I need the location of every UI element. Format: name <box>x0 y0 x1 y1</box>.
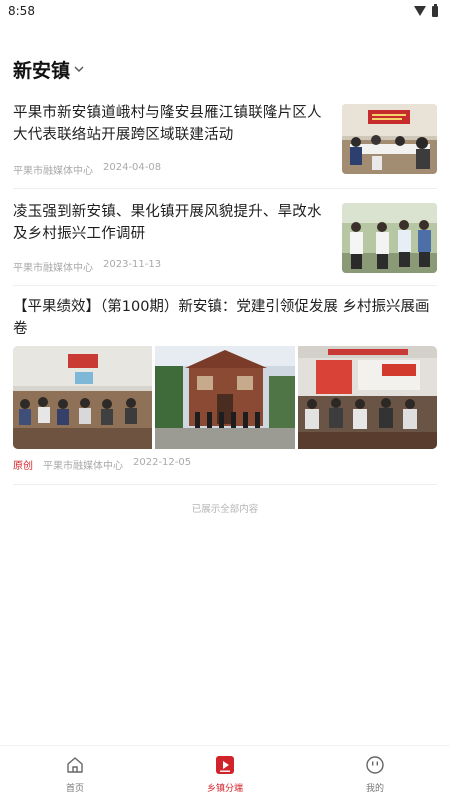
gallery-title: 【平果绩效】（第100期）新安镇：党建引领促发展 乡村振兴展画卷 <box>13 299 430 337</box>
wifi-icon <box>414 6 426 16</box>
gallery-post[interactable]: 【平果绩效】（第100期）新安镇：党建引领促发展 乡村振兴展画卷 原创 平果市融… <box>13 286 437 485</box>
gallery-source: 平果市融媒体中心 <box>43 461 123 472</box>
chevron-down-icon <box>74 64 84 74</box>
bottom-tab-bar: 首页 乡镇分端 我的 <box>0 745 450 800</box>
news-meta: 平果市融媒体中心 2024-04-08 <box>13 162 332 180</box>
original-badge: 原创 <box>13 461 33 472</box>
news-feed: 平果市新安镇道峨村与隆安县雁江镇联隆片区人大代表联络站开展跨区域联建活动 平果市… <box>0 94 450 515</box>
tab-label: 首页 <box>65 784 84 794</box>
tab-label: 乡镇分端 <box>206 784 243 794</box>
news-date: 2023-11-13 <box>103 259 162 270</box>
news-date: 2024-04-08 <box>103 162 162 173</box>
tab-profile[interactable]: 我的 <box>300 746 450 800</box>
home-icon <box>64 754 86 776</box>
page-title: 新安镇 <box>13 59 71 82</box>
play-square-icon <box>214 754 236 776</box>
news-item[interactable]: 凌玉强到新安镇、果化镇开展风貌提升、旱改水及乡村振兴工作调研 平果市融媒体中心 … <box>13 189 437 286</box>
gallery-date: 2022-12-05 <box>133 457 192 468</box>
smiley-icon <box>364 754 386 776</box>
gallery-meta: 原创 平果市融媒体中心 2022-12-05 <box>13 457 437 472</box>
news-thumbnail <box>342 203 437 273</box>
news-thumbnail <box>342 104 437 174</box>
tab-home[interactable]: 首页 <box>0 746 150 800</box>
status-bar: 8:58 <box>0 0 450 22</box>
battery-icon <box>432 3 438 17</box>
news-source: 平果市融媒体中心 <box>13 166 93 177</box>
news-title: 凌玉强到新安镇、果化镇开展风貌提升、旱改水及乡村振兴工作调研 <box>13 204 322 242</box>
tab-label: 我的 <box>365 784 384 794</box>
status-icons <box>414 3 438 17</box>
end-of-feed-note: 已展示全部内容 <box>191 504 259 515</box>
news-item[interactable]: 平果市新安镇道峨村与隆安县雁江镇联隆片区人大代表联络站开展跨区域联建活动 平果市… <box>13 94 437 189</box>
news-source: 平果市融媒体中心 <box>13 263 93 274</box>
gallery-image <box>13 346 153 449</box>
gallery-image <box>155 346 295 449</box>
gallery-images <box>13 346 437 449</box>
gallery-image <box>297 346 437 449</box>
news-title: 平果市新安镇道峨村与隆安县雁江镇联隆片区人大代表联络站开展跨区域联建活动 <box>13 105 322 143</box>
news-meta: 平果市融媒体中心 2023-11-13 <box>13 259 332 277</box>
status-time: 8:58 <box>8 4 35 18</box>
town-selector[interactable]: 新安镇 <box>0 44 450 94</box>
tab-township[interactable]: 乡镇分端 <box>150 746 300 800</box>
